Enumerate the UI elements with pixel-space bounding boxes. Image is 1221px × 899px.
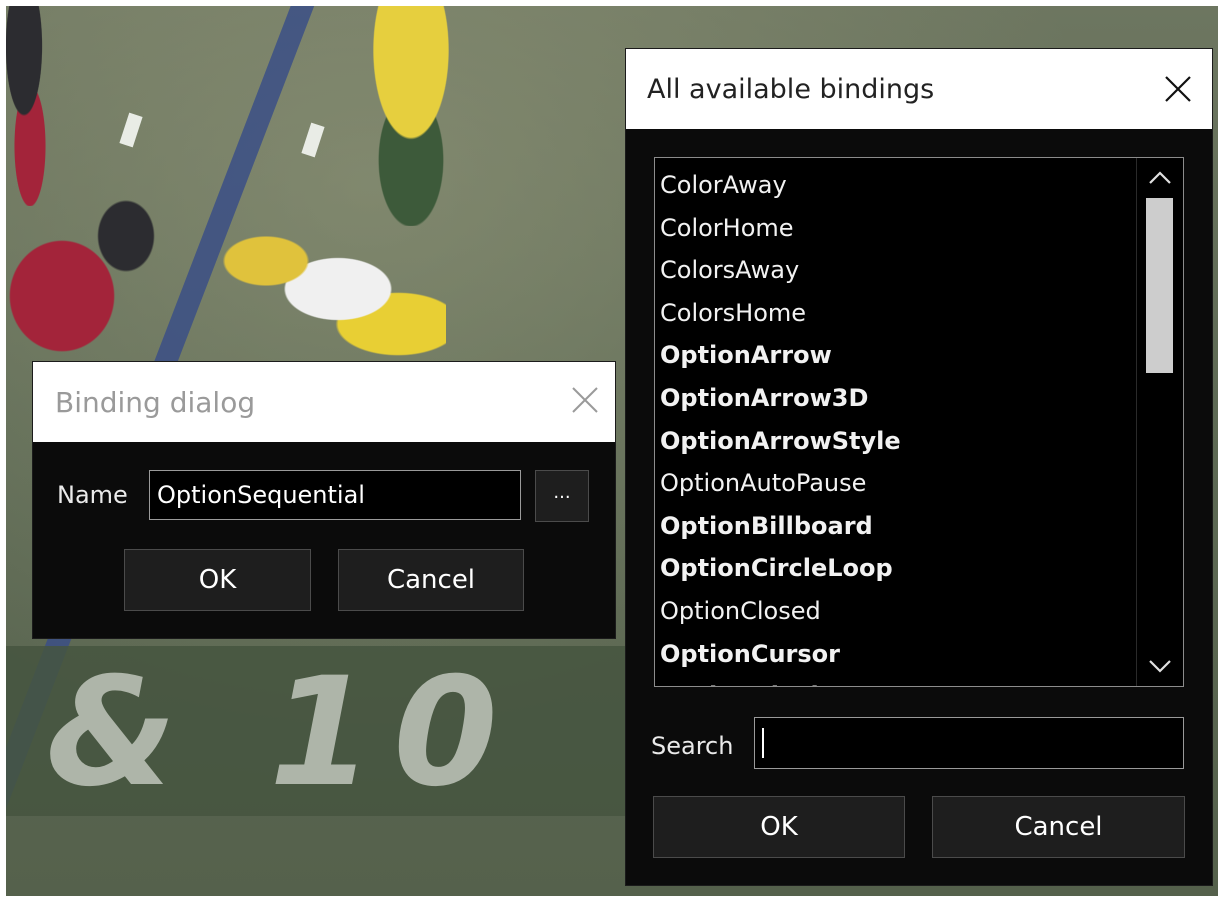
list-item[interactable]: ColorsHome xyxy=(655,292,1135,335)
cancel-button[interactable]: Cancel xyxy=(932,796,1185,858)
list-item[interactable]: OptionArrow3D xyxy=(655,377,1135,420)
list-item[interactable]: OptionArrowStyle xyxy=(655,420,1135,463)
list-item[interactable]: OptionCursor xyxy=(655,633,1135,676)
text-cursor xyxy=(762,728,764,758)
chevron-up-icon[interactable] xyxy=(1137,158,1183,198)
close-icon[interactable] xyxy=(565,380,605,420)
list-item[interactable]: ColorsAway xyxy=(655,249,1135,292)
cancel-button[interactable]: Cancel xyxy=(338,549,524,611)
list-item[interactable]: OptionArrow xyxy=(655,334,1135,377)
ok-button[interactable]: OK xyxy=(653,796,905,858)
player-figure xyxy=(6,6,66,206)
hash-mark xyxy=(301,122,325,158)
all-bindings-titlebar: All available bindings xyxy=(626,49,1212,129)
bindings-list: ColorAway ColorHome ColorsAway ColorsHome Op… xyxy=(655,164,1135,686)
bindings-listbox[interactable]: ColorAway ColorHome ColorsAway ColorsHome Op… xyxy=(654,157,1184,687)
browse-bindings-button[interactable]: ... xyxy=(535,470,589,522)
list-item[interactable]: ColorAway xyxy=(655,164,1135,207)
hash-mark xyxy=(119,112,143,148)
list-item[interactable]: OptionCircleLoop xyxy=(655,547,1135,590)
scrollbar-thumb[interactable] xyxy=(1146,198,1173,373)
name-label: Name xyxy=(57,481,128,509)
list-item[interactable]: OptionAutoPause xyxy=(655,462,1135,505)
name-input[interactable]: OptionSequential xyxy=(149,470,521,520)
vertical-scrollbar[interactable] xyxy=(1136,158,1183,686)
search-label: Search xyxy=(651,732,734,760)
search-input[interactable] xyxy=(754,717,1184,769)
player-figure xyxy=(206,226,446,366)
binding-dialog-titlebar: Binding dialog xyxy=(33,362,615,442)
player-figure xyxy=(6,186,166,386)
list-item[interactable]: OptionBillboard xyxy=(655,505,1135,548)
list-item[interactable]: ColorHome xyxy=(655,207,1135,250)
all-bindings-title: All available bindings xyxy=(647,73,935,105)
all-bindings-dialog: All available bindings ColorAway ColorHom… xyxy=(626,49,1212,885)
ok-button[interactable]: OK xyxy=(124,549,311,611)
list-item[interactable]: OptionDisplay xyxy=(655,675,1135,686)
chevron-down-icon[interactable] xyxy=(1137,646,1183,686)
close-icon[interactable] xyxy=(1156,67,1200,111)
player-figure xyxy=(336,6,486,226)
binding-dialog-title: Binding dialog xyxy=(55,385,256,419)
field-down-text: & 10 xyxy=(46,646,518,820)
list-item[interactable]: OptionClosed xyxy=(655,590,1135,633)
binding-dialog: Binding dialog Name OptionSequential ...… xyxy=(33,362,615,638)
